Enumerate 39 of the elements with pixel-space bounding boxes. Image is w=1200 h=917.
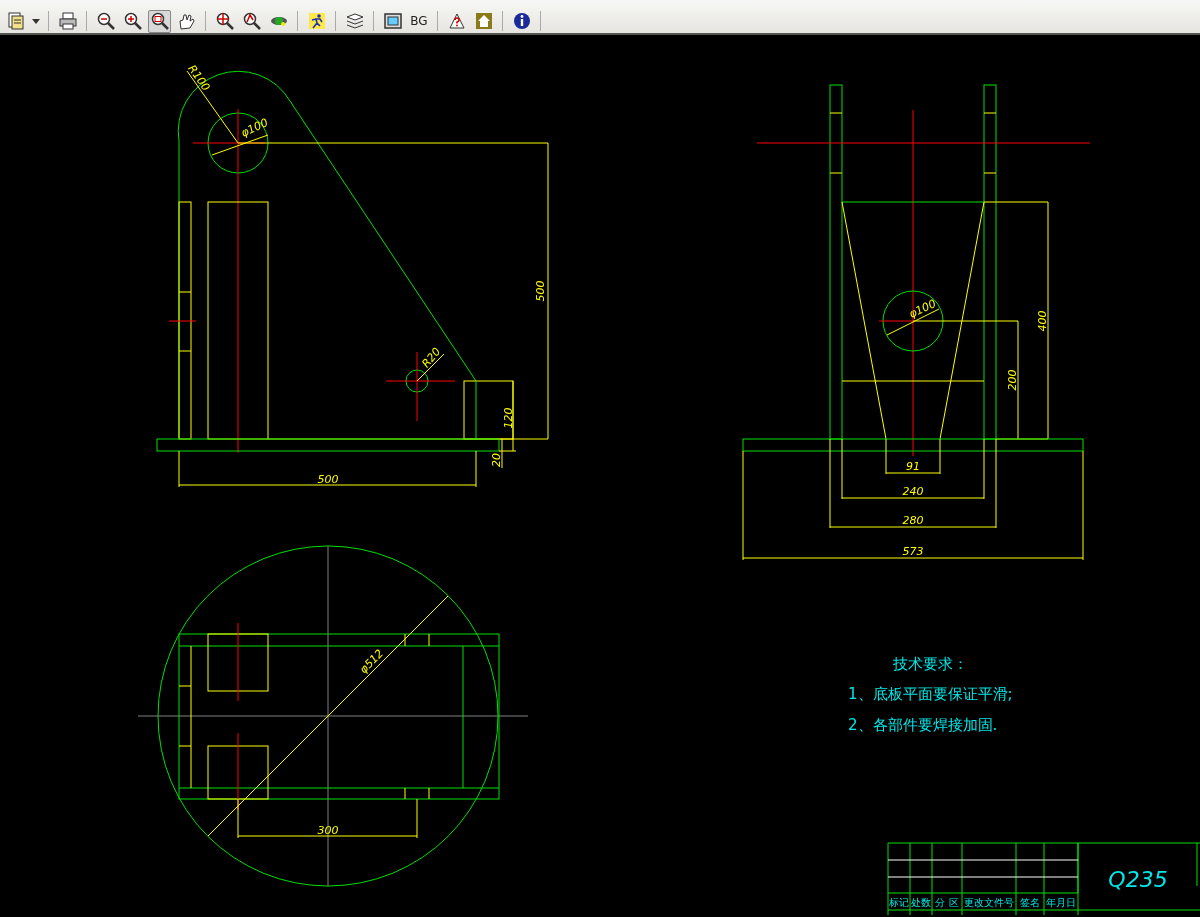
dimension-label: 120 bbox=[502, 407, 515, 429]
dimension-label: 20 bbox=[490, 453, 503, 467]
frame-icon bbox=[382, 11, 403, 31]
zoom-extents-icon bbox=[214, 11, 235, 31]
help-icon bbox=[446, 11, 467, 31]
dimension-label: 280 bbox=[902, 514, 924, 527]
column-header: 年月日 bbox=[1046, 897, 1076, 908]
zoom-in-icon bbox=[122, 11, 143, 31]
column-header: 分 区 bbox=[935, 897, 959, 908]
zoom-window-button[interactable] bbox=[148, 9, 171, 33]
dimension-label: 500 bbox=[534, 280, 547, 302]
dimension-label: 573 bbox=[902, 545, 924, 558]
dimension-label: 200 bbox=[1006, 369, 1019, 391]
caret-icon bbox=[32, 18, 40, 24]
dimension-label: 400 bbox=[1036, 310, 1049, 332]
material-label: Q235 bbox=[1108, 867, 1168, 892]
dimension-label: 300 bbox=[317, 824, 339, 837]
layers-icon bbox=[344, 11, 365, 31]
info-icon bbox=[511, 11, 532, 31]
home-icon bbox=[473, 11, 494, 31]
column-header: 更改文件号 bbox=[964, 897, 1014, 908]
zoom-out-icon bbox=[95, 11, 116, 31]
running-figure-icon bbox=[306, 11, 327, 31]
requirement-text: 2、各部件要焊接加固. bbox=[848, 716, 998, 734]
column-header: 标记 bbox=[889, 897, 909, 908]
zoom-previous-icon bbox=[241, 11, 262, 31]
hand-icon bbox=[176, 11, 197, 31]
dimension-label: 240 bbox=[902, 485, 924, 498]
zoom-window-icon bbox=[149, 11, 170, 31]
requirement-text: 1、底板平面要保证平滑; bbox=[848, 685, 1013, 703]
background-button[interactable]: BG bbox=[408, 9, 430, 33]
column-header: 处数 bbox=[911, 897, 931, 908]
dimension-label: 500 bbox=[317, 473, 339, 486]
printer-button[interactable] bbox=[56, 9, 79, 33]
requirements-heading: 技术要求： bbox=[892, 655, 968, 673]
column-header: 签名 bbox=[1020, 897, 1040, 908]
dimension-label: 91 bbox=[906, 460, 920, 473]
document-icon bbox=[5, 11, 26, 31]
printer-icon bbox=[57, 11, 78, 31]
